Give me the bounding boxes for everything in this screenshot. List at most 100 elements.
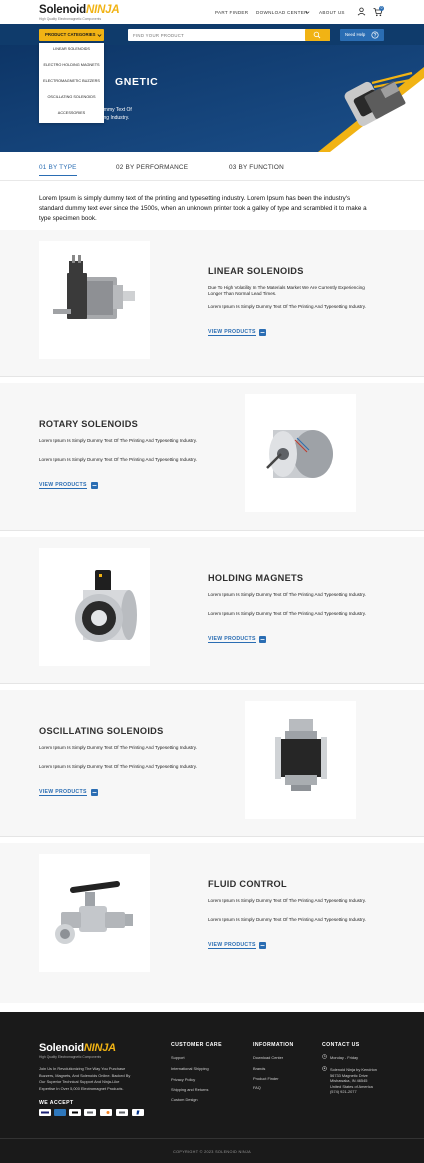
footer-link-brands[interactable]: Brands [253, 1066, 265, 1071]
contact-heading: CONTACT US [322, 1042, 360, 1048]
dropdown-item-electro-holding-magnets[interactable]: ELECTRO HOLDING MAGNETS [39, 63, 104, 67]
dropdown-item-electromagnetic-buzzers[interactable]: ELECTROMAGNETIC BUZZERS [39, 79, 104, 83]
help-circle-icon [371, 31, 379, 39]
visa-icon [39, 1109, 51, 1116]
product-desc-1: Lorem Ipsum Is Simply Dummy Text Of The … [208, 898, 366, 903]
hero-title: GNETIC [115, 76, 159, 88]
footer-link-product-finder[interactable]: Product Finder [253, 1076, 279, 1081]
categories-dropdown: LINEAR SOLENOIDS ELECTRO HOLDING MAGNETS… [39, 43, 104, 123]
footer-logo-name-a: Solenoid [39, 1042, 84, 1054]
footer-logo[interactable]: SolenoidNINJA High Quality Electromagnet… [39, 1042, 116, 1059]
tabs-divider [0, 180, 424, 181]
product-desc-1: Due To High Volatility In The Materials … [208, 285, 365, 297]
logo-name-b: NINJA [85, 4, 120, 16]
chevron-down-icon [305, 11, 310, 14]
fluid-control-valve-image [55, 881, 133, 944]
product-desc-2: Lorem Ipsum Is Simply Dummy Text Of The … [208, 611, 366, 616]
arrow-right-icon[interactable] [91, 789, 98, 796]
view-products-link-oscillating[interactable]: VIEW PRODUCTS [39, 789, 87, 796]
copyright: COPYRIGHT © 2023 SOLENOID NINJA [173, 1150, 251, 1154]
user-icon[interactable] [357, 7, 366, 16]
hero-text: ummy Text Of ting Industry. [101, 106, 171, 122]
address-line[interactable]: (574) 921-2077 [330, 1089, 377, 1095]
logo-tagline: High Quality Electromagnetic Components [39, 17, 102, 21]
product-title-fluid-control: FLUID CONTROL [208, 879, 287, 889]
clock-icon [322, 1054, 327, 1059]
footer-link-international-shipping[interactable]: International Shipping [171, 1066, 209, 1071]
footer-link-support[interactable]: Support [171, 1055, 185, 1060]
product-card-linear-solenoids[interactable] [39, 241, 150, 359]
dropdown-item-accessories[interactable]: ACCESSORIES [39, 111, 104, 115]
paypal-icon [132, 1109, 144, 1116]
tab-by-type[interactable]: 01 BY TYPE [39, 164, 77, 171]
product-title-linear-solenoids: LINEAR SOLENOIDS [208, 266, 304, 276]
dropdown-item-linear-solenoids[interactable]: LINEAR SOLENOIDS [39, 47, 104, 51]
search-icon [313, 31, 321, 39]
product-desc-1: Lorem Ipsum Is Simply Dummy Text Of The … [208, 592, 366, 597]
contact-address: Solenoid Ninja by Kendrion 56733 Magneti… [330, 1067, 377, 1095]
product-categories-button[interactable]: PRODUCT CATEGORIES [39, 29, 104, 41]
product-desc-2: Lorem Ipsum Is Simply Dummy Text Of The … [39, 457, 197, 462]
footer-link-privacy-policy[interactable]: Privacy Policy [171, 1077, 195, 1082]
nav-part-finder[interactable]: PART FINDER [215, 10, 248, 15]
footer-about-line: Our Superior Technical Support And Ninja… [39, 1079, 120, 1084]
product-card-holding-magnets[interactable] [39, 548, 150, 666]
linear-solenoid-image [53, 255, 135, 319]
apple-pay-icon [69, 1109, 81, 1116]
customer-care-heading: CUSTOMER CARE [171, 1042, 222, 1048]
product-title-holding-magnets: HOLDING MAGNETS [208, 573, 304, 583]
address-line: Solenoid Ninja by Kendrion [330, 1067, 377, 1072]
footer-about-line: Join Us In Revolutionizing The Way You P… [39, 1066, 126, 1071]
product-desc-2: Lorem Ipsum Is Simply Dummy Text Of The … [208, 917, 366, 922]
arrow-right-icon[interactable] [259, 329, 266, 336]
footer-link-download-center[interactable]: Download Center [253, 1055, 283, 1060]
product-desc-2: Lorem Ipsum Is Simply Dummy Text Of The … [208, 304, 366, 309]
product-card-oscillating-solenoids[interactable] [245, 701, 356, 819]
footer-link-shipping-returns[interactable]: Shipping and Returns [171, 1087, 208, 1092]
product-title-rotary-solenoids: ROTARY SOLENOIDS [39, 419, 139, 429]
oscillating-solenoid-image [275, 719, 327, 791]
we-accept-heading: WE ACCEPT [39, 1100, 74, 1106]
chevron-down-icon [97, 34, 102, 37]
arrow-right-icon[interactable] [259, 942, 266, 949]
view-products-link-rotary[interactable]: VIEW PRODUCTS [39, 482, 87, 489]
product-desc-1: Lorem Ipsum Is Simply Dummy Text Of The … [39, 438, 197, 443]
hero-text-line-2: ting Industry. [101, 115, 130, 121]
footer-logo-name-b: NINJA [83, 1042, 116, 1054]
arrow-right-icon[interactable] [259, 636, 266, 643]
tab-by-function[interactable]: 03 BY FUNCTION [229, 164, 284, 171]
footer-divider [0, 1138, 424, 1139]
footer-logo-tagline: High Quality Electromagnetic Components [39, 1055, 102, 1059]
section-divider [0, 376, 424, 377]
information-heading: INFORMATION [253, 1042, 294, 1048]
active-tab-indicator [39, 175, 77, 176]
product-categories-label: PRODUCT CATEGORIES [45, 32, 96, 37]
footer-link-custom-design[interactable]: Custom Design [171, 1097, 198, 1102]
nav-about-us[interactable]: ABOUT US [319, 10, 345, 15]
section-divider [0, 530, 424, 531]
google-pay-icon [116, 1109, 128, 1116]
nav-download-center[interactable]: DOWNLOAD CENTER [256, 10, 308, 15]
cart-count-badge: 0 [379, 6, 384, 11]
product-section-oscillating-solenoids [0, 690, 424, 836]
search-input[interactable] [133, 29, 293, 41]
rotary-solenoid-image [266, 430, 333, 478]
footer-about: Join Us In Revolutionizing The Way You P… [39, 1066, 130, 1092]
arrow-right-icon[interactable] [91, 482, 98, 489]
product-card-fluid-control[interactable] [39, 854, 150, 972]
view-products-link-holding[interactable]: VIEW PRODUCTS [208, 636, 256, 643]
section-divider [0, 836, 424, 837]
discover-icon [100, 1109, 112, 1116]
footer-link-faq[interactable]: FAQ [253, 1085, 261, 1090]
dropdown-item-oscillating-solenoids[interactable]: OSCILLATING SOLENOIDS [39, 95, 104, 99]
brand-logo[interactable]: SolenoidNINJA High Quality Electromagnet… [39, 4, 120, 22]
view-products-link-fluid[interactable]: VIEW PRODUCTS [208, 942, 256, 949]
hero-product-image [344, 71, 417, 127]
section-divider [0, 683, 424, 684]
hero-text-line-1: ummy Text Of [101, 107, 132, 113]
product-card-rotary-solenoids[interactable] [245, 394, 356, 512]
view-products-link-linear[interactable]: VIEW PRODUCTS [208, 329, 256, 336]
location-pin-icon [322, 1066, 327, 1071]
logo-name-a: Solenoid [39, 4, 86, 16]
tab-by-performance[interactable]: 02 BY PERFORMANCE [116, 164, 188, 171]
